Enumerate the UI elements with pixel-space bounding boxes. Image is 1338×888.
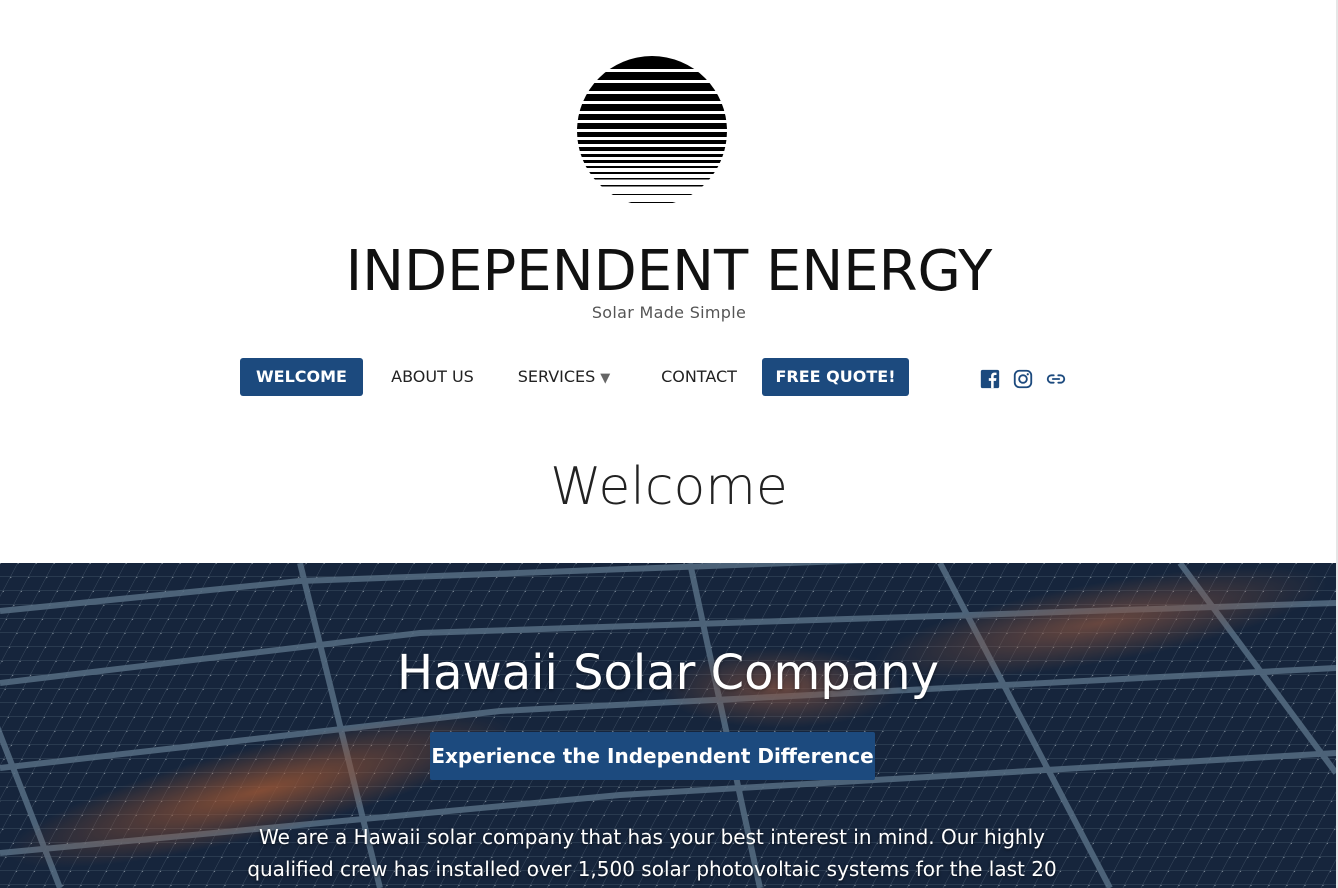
nav-item-about-us[interactable]: ABOUT US	[377, 358, 488, 396]
site-title[interactable]: INDEPENDENT ENERGY	[0, 236, 1338, 308]
nav-item-welcome[interactable]: WELCOME	[240, 358, 363, 396]
nav-item-services[interactable]: SERVICES ▼	[508, 358, 620, 396]
nav-item-services-label: SERVICES	[517, 367, 596, 386]
experience-difference-button[interactable]: Experience the Independent Difference	[430, 732, 875, 780]
site-logo[interactable]	[575, 56, 729, 206]
hero-title: Hawaii Solar Company	[396, 645, 940, 701]
page-title: Welcome	[550, 457, 788, 517]
site-tagline: Solar Made Simple	[591, 303, 747, 322]
facebook-icon[interactable]	[979, 368, 1001, 390]
page: INDEPENDENT ENERGY Solar Made Simple WEL…	[0, 0, 1338, 888]
link-icon[interactable]	[1045, 368, 1067, 390]
striped-sun-logo-icon	[577, 56, 727, 203]
nav-item-contact[interactable]: CONTACT	[644, 358, 754, 396]
free-quote-button[interactable]: FREE QUOTE!	[762, 358, 909, 396]
instagram-icon[interactable]	[1012, 368, 1034, 390]
chevron-down-icon: ▼	[600, 371, 611, 386]
hero-section: Hawaii Solar Company Experience the Inde…	[0, 563, 1336, 888]
hero-description: We are a Hawaii solar company that has y…	[247, 825, 1057, 881]
